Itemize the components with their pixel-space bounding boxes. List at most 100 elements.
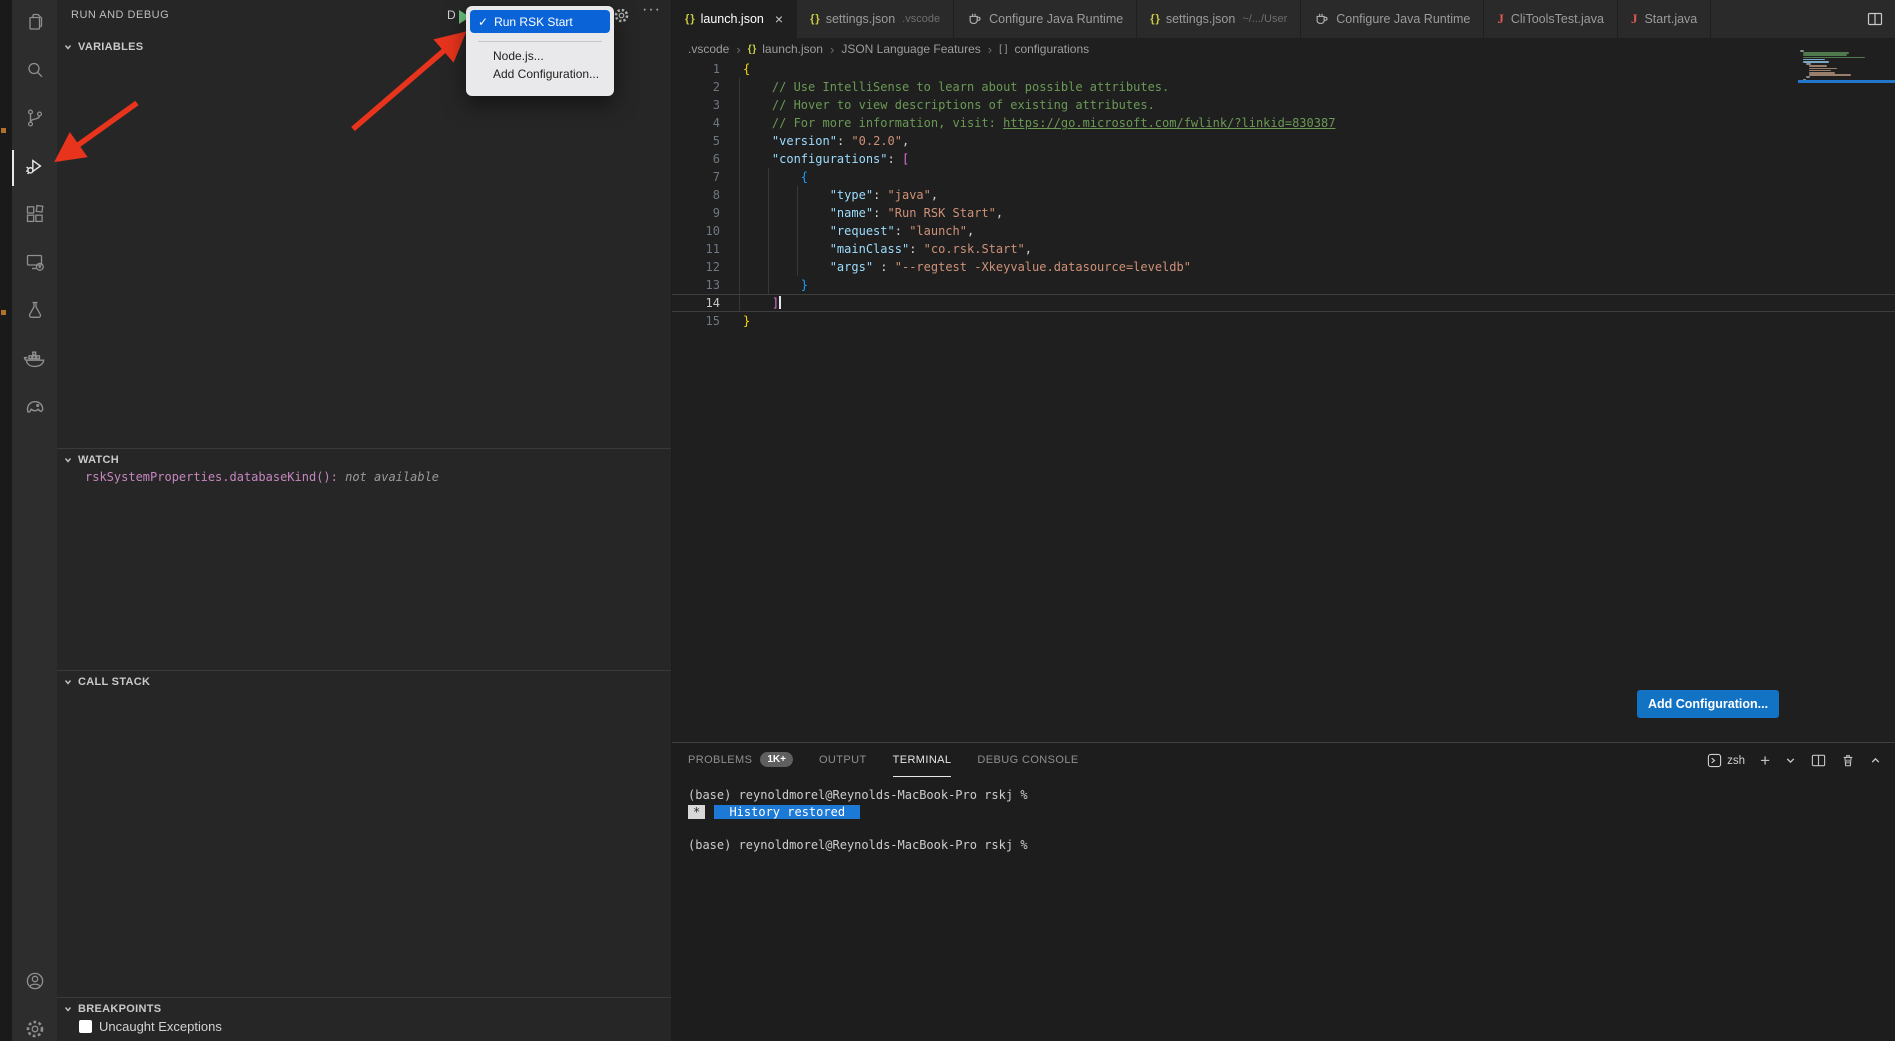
chevron-down-icon (63, 42, 73, 52)
editor-tab-settings-json-1[interactable]: { }settings.json.vscode (797, 0, 954, 38)
line-content: ] (728, 295, 781, 311)
code-line-14[interactable]: 14 ] (672, 294, 1895, 312)
code-line-7[interactable]: 7 { (672, 168, 1895, 186)
code-line-2[interactable]: 2 // Use IntelliSense to learn about pos… (672, 78, 1895, 96)
panel-tab-bar: PROBLEMS 1K+ OUTPUT TERMINAL DEBUG CONSO… (688, 743, 1079, 777)
chevron-up-icon[interactable] (1870, 755, 1881, 766)
gear-icon[interactable] (613, 7, 630, 29)
terminal-output[interactable]: (base) reynoldmorel@Reynolds-MacBook-Pro… (688, 787, 1028, 853)
activity-item-source-control[interactable] (12, 96, 57, 144)
code-line-4[interactable]: 4 // For more information, visit: https:… (672, 114, 1895, 132)
line-number: 5 (672, 132, 728, 150)
line-number: 6 (672, 150, 728, 168)
add-configuration-button[interactable]: Add Configuration... (1637, 690, 1779, 718)
panel-tab-output[interactable]: OUTPUT (819, 743, 867, 777)
editor-tab-start-java-6[interactable]: JStart.java (1618, 0, 1711, 38)
breadcrumb-separator: › (830, 42, 834, 57)
split-editor-icon[interactable] (1867, 11, 1883, 27)
strip-tick (1, 128, 6, 133)
activity-item-accounts[interactable] (12, 959, 57, 1007)
editor-actions (1867, 0, 1895, 38)
line-content: "type": "java", (728, 186, 938, 204)
tab-path-suffix: .vscode (902, 13, 940, 25)
code-line-10[interactable]: 10 "request": "launch", (672, 222, 1895, 240)
code-line-8[interactable]: 8 "type": "java", (672, 186, 1895, 204)
minimap[interactable] (1798, 50, 1895, 110)
watch-expression: rskSystemProperties.databaseKind(): (85, 470, 345, 484)
breadcrumb-item-configurations[interactable]: configurations (1014, 42, 1089, 56)
activity-item-run-and-debug[interactable] (12, 144, 57, 192)
json-file-icon: { } (1150, 13, 1159, 25)
new-terminal-icon[interactable]: + (1760, 752, 1770, 769)
line-number: 15 (672, 312, 728, 330)
line-number: 7 (672, 168, 728, 186)
breadcrumb-item-launch-json[interactable]: launch.json (762, 42, 823, 56)
code-line-5[interactable]: 5 "version": "0.2.0", (672, 132, 1895, 150)
line-content: "request": "launch", (728, 222, 974, 240)
terminal-line: (base) reynoldmorel@Reynolds-MacBook-Pro… (688, 787, 1028, 804)
code-editor[interactable]: 1{2 // Use IntelliSense to learn about p… (672, 60, 1895, 742)
split-terminal-icon[interactable] (1811, 753, 1826, 768)
section-call-stack[interactable]: CALL STACK (57, 670, 671, 692)
code-line-11[interactable]: 11 "mainClass": "co.rsk.Start", (672, 240, 1895, 258)
activity-item-testing[interactable] (12, 288, 57, 336)
activity-bar (12, 0, 57, 1041)
code-line-13[interactable]: 13 } (672, 276, 1895, 294)
menu-item-add-configuration[interactable]: Add Configuration... (466, 65, 614, 83)
menu-item-nodejs[interactable]: Node.js... (466, 47, 614, 65)
chevron-down-icon (63, 1004, 73, 1014)
breakpoint-checkbox[interactable] (79, 1020, 92, 1033)
activity-item-explorer[interactable] (12, 0, 57, 48)
line-content: } (728, 312, 750, 330)
editor-tab-settings-json-3[interactable]: { }settings.json~/.../User (1137, 0, 1301, 38)
breadcrumb-item-json-language-features[interactable]: JSON Language Features (841, 42, 980, 56)
line-number: 10 (672, 222, 728, 240)
breakpoint-row[interactable]: Uncaught Exceptions (79, 1019, 222, 1034)
terminal-icon (1707, 753, 1722, 768)
activity-item-remote-explorer[interactable] (12, 240, 57, 288)
line-number: 8 (672, 186, 728, 204)
panel-actions: zsh + (1707, 752, 1881, 769)
breadcrumb-item-vscode[interactable]: .vscode (688, 42, 729, 56)
code-line-9[interactable]: 9 "name": "Run RSK Start", (672, 204, 1895, 222)
editor-tab-configure-java-runtime-2[interactable]: Configure Java Runtime (954, 0, 1137, 38)
more-actions-icon[interactable]: ··· (642, 1, 661, 19)
problems-count-badge: 1K+ (760, 752, 793, 767)
code-line-1[interactable]: 1{ (672, 60, 1895, 78)
line-content: // For more information, visit: https://… (728, 114, 1335, 132)
terminal-profile[interactable]: zsh (1707, 753, 1745, 768)
section-watch[interactable]: WATCH (57, 448, 671, 470)
editor-tab-launch-json-0[interactable]: { }launch.json× (672, 0, 797, 38)
line-content: "mainClass": "co.rsk.Start", (728, 240, 1032, 258)
panel-tab-terminal[interactable]: TERMINAL (893, 743, 952, 777)
breadcrumb: .vscode › { } launch.json › JSON Languag… (672, 38, 1895, 60)
chevron-down-icon[interactable] (1785, 755, 1796, 766)
gradle-elephant-icon (22, 393, 48, 424)
activity-item-search[interactable] (12, 48, 57, 96)
editor-tab-configure-java-runtime-4[interactable]: Configure Java Runtime (1301, 0, 1484, 38)
panel-tab-debug-console[interactable]: DEBUG CONSOLE (977, 743, 1078, 777)
json-file-icon: { } (748, 44, 756, 55)
activity-item-docker[interactable] (12, 336, 57, 384)
code-line-15[interactable]: 15} (672, 312, 1895, 330)
gear-icon (23, 1017, 47, 1041)
code-line-6[interactable]: 6 "configurations": [ (672, 150, 1895, 168)
java-file-icon: J (1497, 11, 1504, 27)
watch-expression-row[interactable]: rskSystemProperties.databaseKind(): not … (85, 470, 439, 484)
menu-item-run-rsk-start[interactable]: ✓ Run RSK Start (470, 10, 610, 33)
editor-tab-clitoolstest-java-5[interactable]: JCliToolsTest.java (1484, 0, 1618, 38)
java-cup-icon (1314, 12, 1329, 26)
section-breakpoints[interactable]: BREAKPOINTS (57, 997, 671, 1019)
activity-item-settings[interactable] (12, 1007, 57, 1041)
activity-item-gradle[interactable] (12, 384, 57, 432)
close-icon[interactable]: × (775, 12, 783, 26)
panel-tab-problems[interactable]: PROBLEMS 1K+ (688, 743, 793, 777)
code-line-3[interactable]: 3 // Hover to view descriptions of exist… (672, 96, 1895, 114)
activity-item-extensions[interactable] (12, 192, 57, 240)
config-dropdown-menu: ✓ Run RSK Start Node.js... Add Configura… (466, 6, 614, 96)
trash-icon[interactable] (1841, 753, 1855, 768)
checkmark-icon: ✓ (478, 15, 488, 29)
code-line-12[interactable]: 12 "args" : "--regtest -Xkeyvalue.dataso… (672, 258, 1895, 276)
strip-tick (1, 310, 6, 315)
source-control-icon (23, 106, 47, 135)
